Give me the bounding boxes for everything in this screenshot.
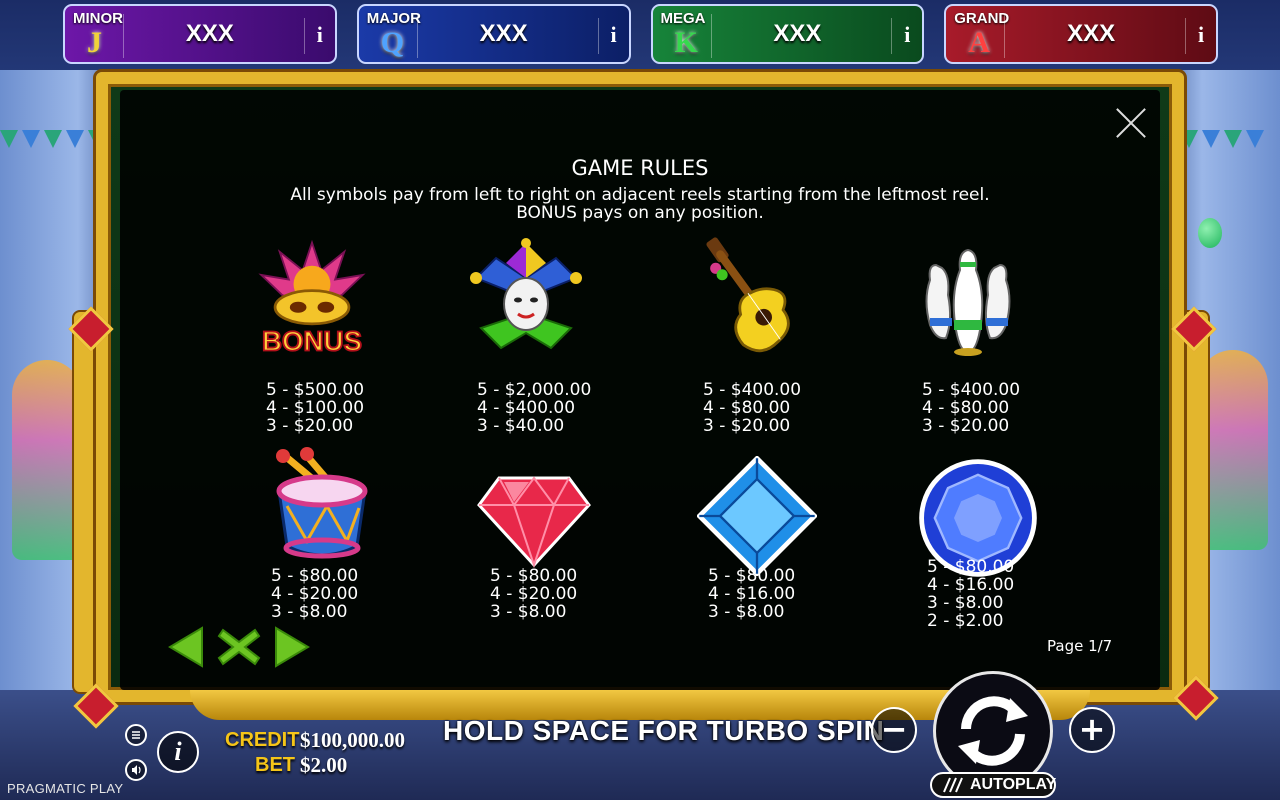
paytable-bonus: 5 - $500.00 4 - $100.00 3 - $20.00 [266, 381, 364, 435]
jackpot-value: XXX [773, 20, 822, 47]
next-page-arrow-icon[interactable] [272, 626, 312, 668]
autoplay-icon [943, 777, 963, 793]
pay-line: 5 - $80.00 [708, 566, 796, 586]
pay-line: 4 - $16.00 [708, 584, 796, 604]
paytable-red-gem: 5 - $80.00 4 - $20.00 3 - $8.00 [490, 567, 577, 621]
pay-line: 5 - $2,000.00 [477, 380, 592, 400]
close-paytable-x-icon[interactable] [217, 626, 261, 668]
pay-line: 5 - $500.00 [266, 380, 365, 400]
bet-label: BET [255, 754, 295, 776]
jackpot-letter-icon: A [968, 26, 990, 59]
pay-line: 3 - $8.00 [708, 602, 785, 622]
divider [1004, 14, 1006, 58]
decrease-bet-button[interactable]: − [871, 707, 917, 753]
jackpot-info-button[interactable]: i [900, 22, 914, 48]
sound-icon[interactable] [125, 759, 147, 781]
page-indicator: Page 1/7 [1047, 637, 1113, 655]
divider [303, 18, 305, 54]
jackpot-grand: GRAND A XXX i [944, 4, 1218, 64]
jackpot-info-button[interactable]: i [607, 22, 621, 48]
pay-line: 3 - $8.00 [490, 602, 567, 622]
blue-octagon-gem-icon [697, 456, 817, 576]
pay-line: 2 - $2.00 [927, 611, 1004, 631]
jackpot-name: MAJOR [366, 10, 421, 27]
divider [710, 14, 712, 58]
jackpot-mega: MEGA K XXX i [650, 4, 925, 64]
pay-line: 3 - $8.00 [271, 602, 348, 622]
increase-bet-button[interactable]: + [1069, 707, 1115, 753]
jackpot-name: MINOR [73, 10, 123, 27]
jackpot-name: MEGA [660, 10, 706, 27]
paytable-guitar: 5 - $400.00 4 - $80.00 3 - $20.00 [703, 381, 801, 435]
paytable-blue-round-gem: 5 - $80.00 4 - $16.00 3 - $8.00 2 - $2.0… [927, 558, 1014, 630]
pay-line: 5 - $400.00 [703, 380, 802, 400]
jackpot-name: GRAND [954, 10, 1010, 27]
pay-line: 4 - $400.00 [477, 398, 576, 418]
jackpot-info-button[interactable]: i [313, 22, 327, 48]
jackpot-value: XXX [479, 20, 528, 47]
jackpot-value: XXX [1067, 20, 1116, 47]
pay-line: 3 - $20.00 [922, 416, 1010, 436]
turbo-spin-hint: HOLD SPACE FOR TURBO SPIN [443, 715, 885, 746]
pay-line: 3 - $40.00 [477, 416, 565, 436]
pay-line: 5 - $80.00 [927, 557, 1015, 577]
divider [1185, 18, 1186, 54]
jester-icon [470, 238, 582, 350]
red-gem-icon [477, 476, 591, 569]
paytable-drum: 5 - $80.00 4 - $20.00 3 - $8.00 [271, 567, 358, 621]
rules-title: GAME RULES [571, 156, 709, 180]
close-icon[interactable] [1113, 105, 1149, 141]
menu-icon[interactable] [125, 724, 147, 746]
pay-line: 4 - $80.00 [703, 398, 791, 418]
divider [597, 18, 599, 54]
bet-value: $2.00 [300, 753, 348, 777]
paytable-blue-octagon-gem: 5 - $80.00 4 - $16.00 3 - $8.00 [708, 567, 795, 621]
spin-arrows-icon [958, 696, 1028, 766]
pay-line: 5 - $400.00 [922, 380, 1021, 400]
divider [123, 14, 124, 58]
paytable-bowling-pins: 5 - $400.00 4 - $80.00 3 - $20.00 [922, 381, 1020, 435]
jackpot-letter-icon: J [87, 26, 102, 59]
jackpot-letter-icon: K [674, 26, 698, 59]
pay-line: 3 - $20.00 [703, 416, 791, 436]
drum-icon [276, 447, 368, 559]
jackpot-info-button[interactable]: i [1194, 22, 1208, 48]
rules-text-line: All symbols pay from left to right on ad… [290, 185, 990, 205]
jackpot-letter-icon: Q [380, 26, 405, 59]
pay-line: 4 - $100.00 [266, 398, 365, 418]
jackpot-bar: MINOR J XXX i MAJOR Q XXX i MEGA K XXX i… [63, 4, 1218, 68]
guitar-icon [706, 237, 790, 353]
pay-line: 4 - $20.00 [271, 584, 359, 604]
pay-line: 3 - $20.00 [266, 416, 354, 436]
paytable-jester: 5 - $2,000.00 4 - $400.00 3 - $40.00 [477, 381, 591, 435]
divider [416, 14, 418, 58]
pay-line: 5 - $80.00 [271, 566, 359, 586]
bonus-label: BONUS [262, 326, 362, 357]
pay-line: 3 - $8.00 [927, 593, 1004, 613]
pay-line: 5 - $80.00 [490, 566, 578, 586]
brand-logo: PRAGMATIC PLAY [7, 781, 124, 796]
credit-label: CREDIT [225, 729, 300, 751]
divider [891, 18, 893, 54]
bonus-mask-icon: BONUS [258, 239, 366, 358]
pay-line: 4 - $80.00 [922, 398, 1010, 418]
rules-text-line: BONUS pays on any position. [516, 203, 764, 223]
jackpot-value: XXX [185, 20, 234, 47]
pay-line: 4 - $16.00 [927, 575, 1015, 595]
autoplay-label: AUTOPLAY [970, 776, 1057, 793]
pay-line: 4 - $20.00 [490, 584, 578, 604]
jackpot-major: MAJOR Q XXX i [356, 4, 631, 64]
bowling-pins-icon [925, 248, 1011, 356]
autoplay-button[interactable]: AUTOPLAY [930, 772, 1056, 798]
previous-page-arrow-icon[interactable] [166, 626, 206, 668]
info-button[interactable]: i [157, 731, 199, 773]
credit-value: $100,000.00 [300, 728, 405, 752]
jackpot-minor: MINOR J XXX i [63, 4, 337, 64]
